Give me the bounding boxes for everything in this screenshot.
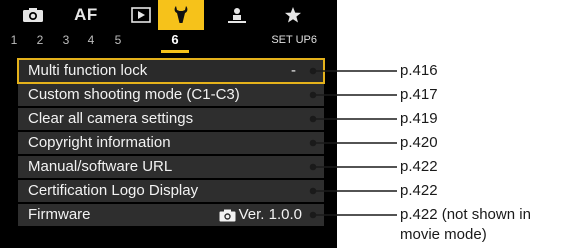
menu-item-certification-logo[interactable]: Certification Logo Display xyxy=(18,180,324,202)
menu-item-label: Clear all camera settings xyxy=(28,110,194,127)
page-number[interactable]: 1 xyxy=(2,33,26,47)
menu-item-multi-function-lock[interactable]: Multi function lock - xyxy=(17,58,325,84)
page-reference: p.422 xyxy=(400,182,438,199)
menu-item-label: Firmware xyxy=(28,206,91,223)
setup-wrench-icon xyxy=(174,6,188,23)
menu-item-copyright-information[interactable]: Copyright information xyxy=(18,132,324,154)
menu-item-label: Copyright information xyxy=(28,134,171,151)
active-page-underline xyxy=(161,50,189,53)
menu-item-label: Certification Logo Display xyxy=(28,182,199,199)
tab-af-label: AF xyxy=(74,5,98,24)
tab-custom-functions[interactable] xyxy=(214,0,260,30)
menu-item-value: - xyxy=(291,62,296,79)
page-number-active[interactable]: 6 xyxy=(163,32,187,47)
page-reference: p.420 xyxy=(400,134,438,151)
camera-icon xyxy=(219,209,236,221)
page-number[interactable]: 3 xyxy=(54,33,78,47)
page-reference: p.419 xyxy=(400,110,438,127)
page-reference-note: movie mode) xyxy=(400,226,487,243)
menu-item-label: Manual/software URL xyxy=(28,158,173,175)
page-reference: p.417 xyxy=(400,86,438,103)
tab-my-menu[interactable] xyxy=(270,0,316,30)
page-number[interactable]: 2 xyxy=(28,33,52,47)
page-indicator-row: 1 2 3 4 5 6 SET UP6 xyxy=(0,30,337,53)
page-number[interactable]: 4 xyxy=(79,33,103,47)
tab-shooting[interactable] xyxy=(10,0,56,30)
page-reference: p.422 xyxy=(400,158,438,175)
playback-icon xyxy=(131,7,151,23)
page-title: SET UP6 xyxy=(271,34,317,46)
menu-item-label: Multi function lock xyxy=(28,62,148,79)
menu-item-custom-shooting-mode[interactable]: Custom shooting mode (C1-C3) xyxy=(18,84,324,106)
menu-item-firmware[interactable]: Firmware Ver. 1.0.0 xyxy=(18,204,324,226)
menu-item-label: Custom shooting mode (C1-C3) xyxy=(28,86,240,103)
page-reference: p.422 (not shown in xyxy=(400,206,531,223)
page-reference: p.416 xyxy=(400,62,438,79)
firmware-version-text: Ver. 1.0.0 xyxy=(238,206,302,223)
page-number[interactable]: 5 xyxy=(106,33,130,47)
menu-tab-bar: AF xyxy=(0,0,337,30)
tab-af[interactable]: AF xyxy=(63,0,109,30)
firmware-version: Ver. 1.0.0 xyxy=(219,204,302,226)
custom-functions-icon xyxy=(228,8,246,23)
menu-item-clear-camera-settings[interactable]: Clear all camera settings xyxy=(18,108,324,130)
my-menu-star-icon xyxy=(285,7,301,23)
camera-icon xyxy=(23,8,43,22)
camera-menu-screen: AF 1 2 3 4 5 6 SET UP6 Multi function lo… xyxy=(0,0,337,248)
tab-setup[interactable] xyxy=(158,0,204,30)
menu-item-manual-software-url[interactable]: Manual/software URL xyxy=(18,156,324,178)
